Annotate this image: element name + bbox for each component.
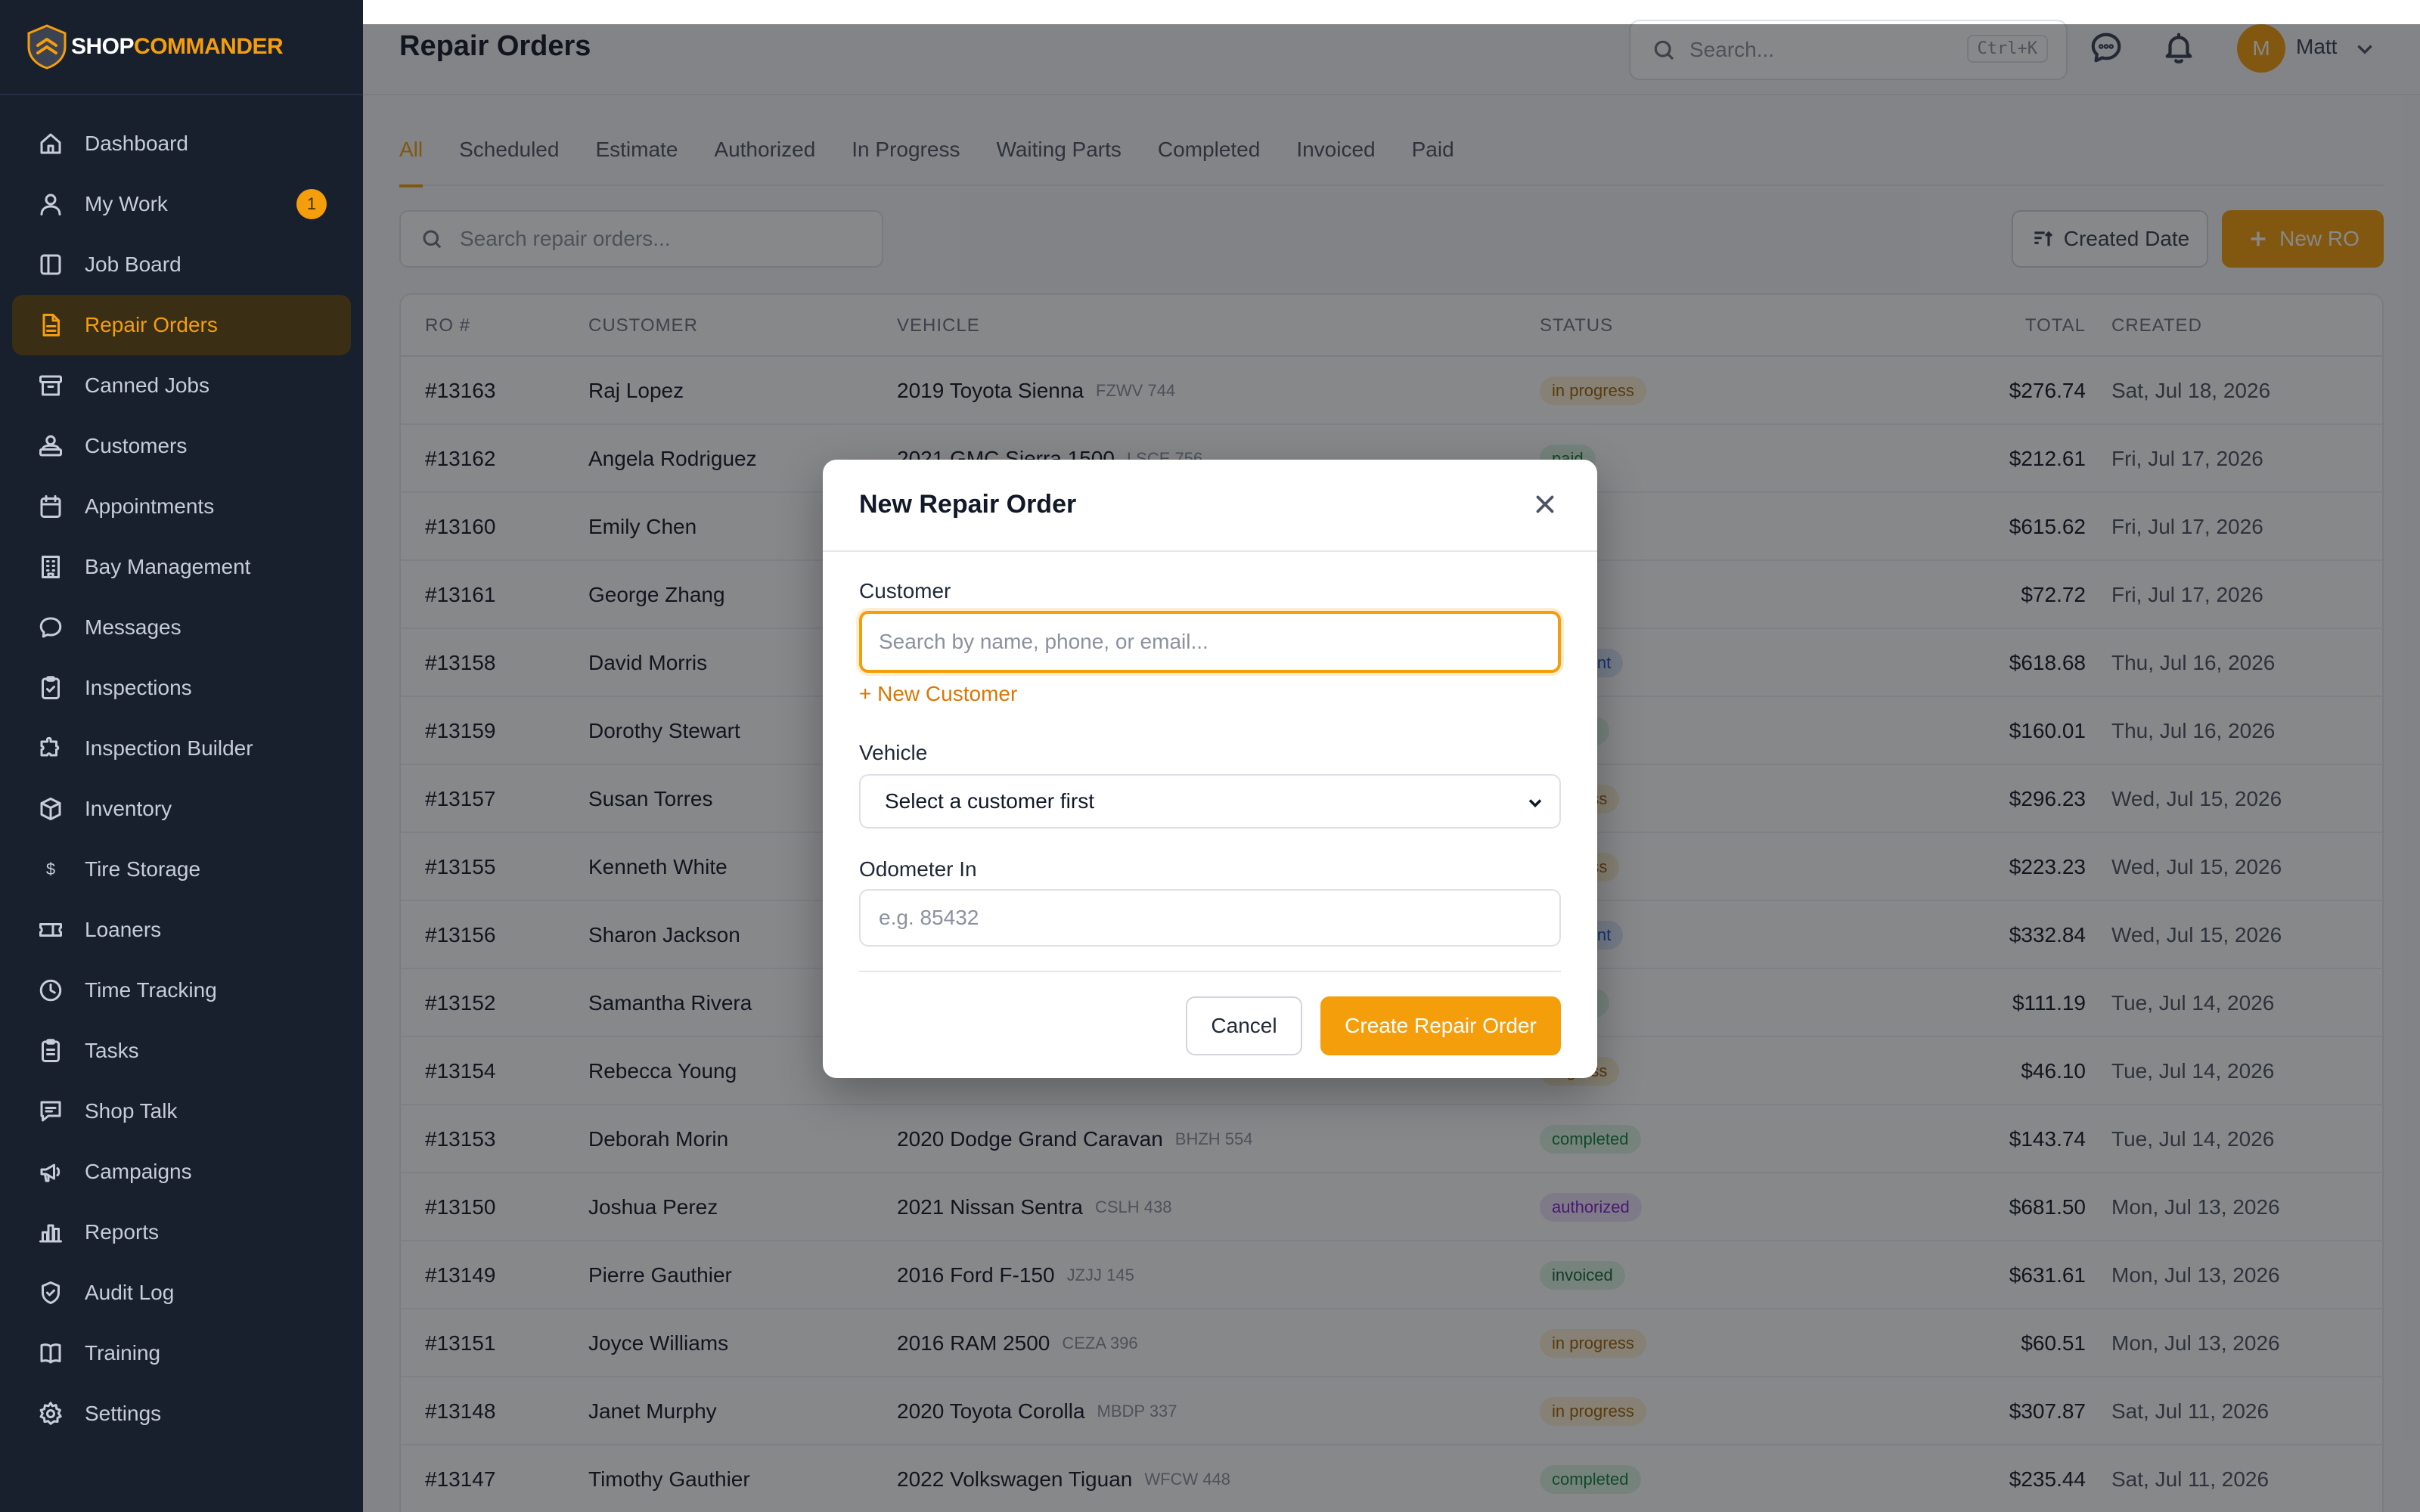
modal-header: New Repair Order: [823, 460, 1597, 552]
users-icon: [36, 432, 65, 460]
customer-label: Customer: [859, 579, 951, 603]
close-modal-button[interactable]: [1531, 490, 1561, 520]
sidebar-item-label: Tasks: [85, 1039, 139, 1062]
sidebar-item-reports[interactable]: Reports: [12, 1202, 351, 1263]
sidebar-item-loaners[interactable]: Loaners: [12, 900, 351, 960]
gear-icon: [36, 1399, 65, 1428]
building-icon: [36, 553, 65, 581]
sidebar-item-label: Job Board: [85, 253, 182, 276]
sidebar-item-appointments[interactable]: Appointments: [12, 476, 351, 537]
sidebar-item-dashboard[interactable]: Dashboard: [12, 113, 351, 174]
chat-bubble-icon: [36, 613, 65, 642]
sidebar-item-label: Audit Log: [85, 1281, 175, 1304]
sidebar-item-label: Reports: [85, 1220, 160, 1244]
message-square-icon: [36, 1097, 65, 1126]
sidebar-item-inventory[interactable]: Inventory: [12, 779, 351, 839]
sidebar-item-label: Loaners: [85, 918, 162, 941]
clipboard-check-icon: [36, 674, 65, 702]
sidebar-item-label: Settings: [85, 1402, 162, 1425]
book-icon: [36, 1339, 65, 1368]
odometer-input[interactable]: [859, 889, 1561, 947]
brand-name: SHOPCOMMANDER: [71, 34, 284, 59]
sidebar-item-messages[interactable]: Messages: [12, 597, 351, 658]
dollar-icon: $: [45, 860, 56, 878]
box-icon: [36, 795, 65, 823]
sidebar-item-label: My Work: [85, 192, 168, 215]
new-repair-order-modal: New Repair Order Customer + New Customer…: [823, 460, 1597, 1078]
customer-search-input[interactable]: [859, 611, 1561, 673]
sidebar-item-label: Campaigns: [85, 1160, 192, 1183]
sidebar-item-label: Appointments: [85, 494, 215, 518]
vehicle-label: Vehicle: [859, 741, 928, 764]
sidebar-item-bay-management[interactable]: Bay Management: [12, 537, 351, 597]
sidebar-item-canned-jobs[interactable]: Canned Jobs: [12, 355, 351, 416]
sidebar-nav: Dashboard My Work 1 Job Board Repair Orders C…: [0, 95, 363, 1444]
sidebar-item-label: Shop Talk: [85, 1099, 178, 1123]
calendar-icon: [36, 492, 65, 521]
puzzle-icon: [36, 734, 65, 763]
sidebar-item-label: Repair Orders: [85, 313, 218, 336]
sidebar-item-job-board[interactable]: Job Board: [12, 234, 351, 295]
sidebar-item-tire-storage[interactable]: $ Tire Storage: [12, 839, 351, 900]
archive-icon: [36, 371, 65, 400]
sidebar-item-inspection-builder[interactable]: Inspection Builder: [12, 718, 351, 779]
sidebar-item-customers[interactable]: Customers: [12, 416, 351, 476]
sidebar-item-label: Bay Management: [85, 555, 251, 578]
sidebar-item-label: Training: [85, 1341, 161, 1365]
bar-chart-icon: [36, 1218, 65, 1247]
cancel-button[interactable]: Cancel: [1186, 996, 1302, 1055]
ticket-icon: [36, 916, 65, 944]
odometer-label: Odometer In: [859, 857, 977, 881]
sidebar-item-inspections[interactable]: Inspections: [12, 658, 351, 718]
sidebar-item-repair-orders[interactable]: Repair Orders: [12, 295, 351, 355]
clock-icon: [36, 976, 65, 1005]
create-repair-order-button[interactable]: Create Repair Order: [1320, 996, 1561, 1055]
sidebar-item-audit-log[interactable]: Audit Log: [12, 1263, 351, 1323]
sidebar-item-label: Inspection Builder: [85, 736, 253, 760]
sidebar-item-settings[interactable]: Settings: [12, 1383, 351, 1444]
new-customer-link[interactable]: + New Customer: [859, 682, 1017, 706]
sidebar-item-campaigns[interactable]: Campaigns: [12, 1142, 351, 1202]
sidebar-item-label: Inventory: [85, 797, 172, 820]
modal-footer-divider: [859, 971, 1561, 972]
top-strip: [363, 0, 2420, 24]
sidebar-item-training[interactable]: Training: [12, 1323, 351, 1383]
sidebar-item-label: Inspections: [85, 676, 192, 699]
sidebar-item-label: Dashboard: [85, 132, 188, 155]
sidebar-item-shop-talk[interactable]: Shop Talk: [12, 1081, 351, 1142]
sidebar-item-label: Messages: [85, 615, 182, 639]
megaphone-icon: [36, 1157, 65, 1186]
sidebar: SHOPCOMMANDER Dashboard My Work 1 Job Board…: [0, 0, 363, 1512]
sidebar-item-tasks[interactable]: Tasks: [12, 1021, 351, 1081]
shield-check-icon: [36, 1278, 65, 1307]
sidebar-item-label: Time Tracking: [85, 978, 217, 1002]
sidebar-item-label: Canned Jobs: [85, 373, 210, 397]
sidebar-item-my-work[interactable]: My Work 1: [12, 174, 351, 234]
clipboard-list-icon: [36, 1036, 65, 1065]
document-icon: [36, 311, 65, 339]
sidebar-item-time-tracking[interactable]: Time Tracking: [12, 960, 351, 1021]
modal-title: New Repair Order: [859, 490, 1077, 519]
sidebar-item-label: Tire Storage: [85, 857, 201, 881]
vehicle-select[interactable]: Select a customer first: [859, 774, 1561, 829]
sidebar-item-label: Customers: [85, 434, 188, 457]
chevron-down-icon: [1528, 799, 1542, 807]
user-icon: [36, 190, 65, 218]
vehicle-select-value: Select a customer first: [885, 789, 1094, 813]
count-badge: 1: [296, 189, 327, 219]
close-icon: [1536, 495, 1554, 513]
shield-logo-icon: [27, 24, 67, 70]
brand-logo[interactable]: SHOPCOMMANDER: [0, 0, 363, 95]
home-icon: [36, 129, 65, 158]
columns-icon: [36, 250, 65, 279]
